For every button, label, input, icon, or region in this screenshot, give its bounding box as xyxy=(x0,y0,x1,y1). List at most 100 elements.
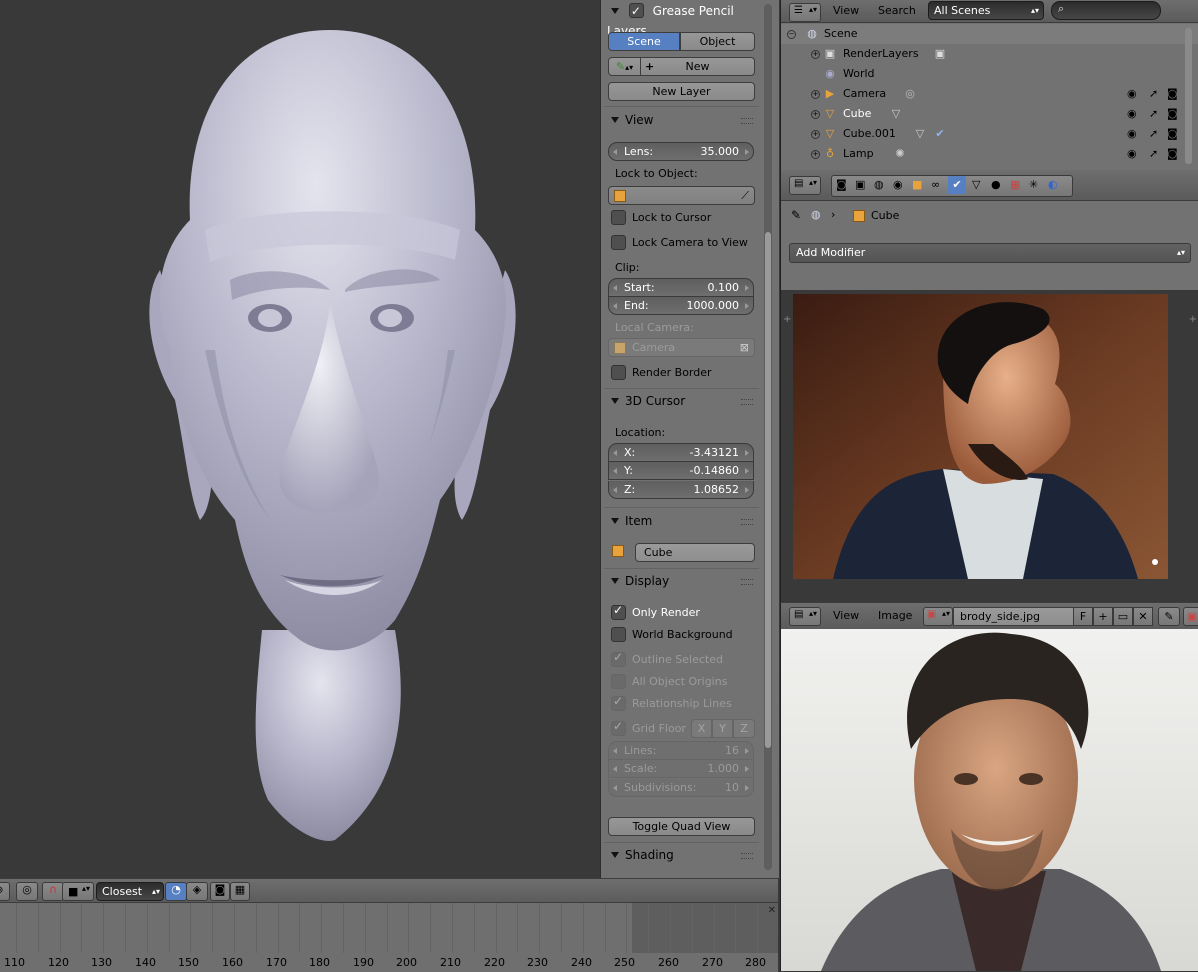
collapse-triangle-icon[interactable] xyxy=(611,117,619,123)
grid-axis-x-toggle[interactable]: X xyxy=(691,719,712,738)
drag-grip-icon[interactable] xyxy=(741,399,753,405)
visibility-eye-icon[interactable]: ◉ xyxy=(1127,127,1137,141)
grid-floor-checkbox[interactable] xyxy=(611,719,626,736)
collapse-icon[interactable]: − xyxy=(787,30,796,39)
render-camera-icon[interactable]: ◙ xyxy=(1167,147,1178,161)
render-camera-icon[interactable]: ◙ xyxy=(1167,87,1178,101)
collapse-triangle-icon[interactable] xyxy=(611,8,619,14)
physics-tab-icon[interactable]: ◐ xyxy=(1048,178,1058,191)
new-image-button[interactable]: + xyxy=(1093,607,1113,626)
new-grease-pencil-button[interactable]: + New xyxy=(640,57,755,76)
outliner-row-world[interactable]: ◉ World xyxy=(781,64,1198,84)
item-name-field[interactable]: Cube xyxy=(635,543,755,562)
plus-corner-icon[interactable]: + xyxy=(783,314,791,325)
item-panel-header[interactable]: Item xyxy=(607,511,759,531)
material-tab-icon[interactable]: ● xyxy=(991,178,1001,191)
grease-pencil-toggle[interactable] xyxy=(628,1,644,21)
display-panel-header[interactable]: Display xyxy=(607,571,759,591)
cursor-y-field[interactable]: Y: -0.14860 xyxy=(608,462,754,480)
world-background-checkbox[interactable] xyxy=(611,627,626,642)
snap-target-dropdown[interactable]: Closest ▴▾ xyxy=(96,882,164,901)
clip-end-field[interactable]: End: 1000.000 xyxy=(608,297,754,315)
menu-view[interactable]: View xyxy=(833,608,859,624)
select-cursor-icon[interactable]: ➚ xyxy=(1149,87,1158,101)
snap-toggle[interactable]: ∩ xyxy=(42,882,64,901)
outliner-search-input[interactable]: ⌕ xyxy=(1051,1,1161,20)
snap-element-selector[interactable]: ■ ▴▾ xyxy=(62,882,94,901)
relationship-lines-checkbox[interactable] xyxy=(611,694,626,711)
eyedropper-icon[interactable]: ⟋ xyxy=(741,187,749,204)
open-image-button[interactable]: ▭ xyxy=(1113,607,1133,626)
grid-axis-z-toggle[interactable]: Z xyxy=(733,719,755,738)
pencil-datablock-selector[interactable]: ✎▴▾ xyxy=(608,57,641,76)
drag-grip-icon[interactable] xyxy=(741,118,753,124)
object-tab-icon[interactable]: ■ xyxy=(912,178,922,191)
select-cursor-icon[interactable]: ➚ xyxy=(1149,107,1158,121)
scene-tab-icon[interactable]: ◍ xyxy=(874,178,884,191)
fake-user-toggle[interactable]: F xyxy=(1073,607,1093,626)
visibility-eye-icon[interactable]: ◉ xyxy=(1127,147,1137,161)
modifiers-tab-icon[interactable]: ✔ xyxy=(948,176,966,194)
all-object-origins-checkbox[interactable] xyxy=(611,674,626,689)
render-still-button[interactable]: ◙ xyxy=(210,882,230,901)
outliner-row-lamp[interactable]: + ♁ Lamp ✺ ◉ ➚ ◙ xyxy=(781,144,1198,164)
collapse-triangle-icon[interactable] xyxy=(611,398,619,404)
editor-type-selector[interactable]: ▤ ▴▾ xyxy=(789,176,821,195)
lens-field[interactable]: Lens: 35.000 xyxy=(608,142,754,161)
visibility-eye-icon[interactable]: ◉ xyxy=(1127,87,1137,101)
align-rotation-toggle[interactable]: ◔ xyxy=(165,882,187,901)
side-reference-image-view[interactable]: + + xyxy=(780,290,1198,602)
data-tab-icon[interactable]: ▽ xyxy=(972,178,980,191)
outliner-scrollbar[interactable] xyxy=(1185,28,1192,164)
view-panel-header[interactable]: View xyxy=(607,110,759,130)
particles-tab-icon[interactable]: ✳ xyxy=(1029,178,1038,191)
tab-object[interactable]: Object xyxy=(680,32,755,51)
drag-grip-icon[interactable] xyxy=(741,519,753,525)
outliner-row-camera[interactable]: + ▶ Camera ◎ ◉ ➚ ◙ xyxy=(781,84,1198,104)
cursor-x-field[interactable]: X: -3.43121 xyxy=(608,443,754,462)
clear-x-icon[interactable]: ⊠ xyxy=(740,339,749,356)
unlink-image-button[interactable]: ✕ xyxy=(1133,607,1153,626)
npanel-scrollbar[interactable] xyxy=(764,4,772,870)
outliner-row-cube[interactable]: + ▽ Cube ▽ ◉ ➚ ◙ xyxy=(781,104,1198,124)
expand-icon[interactable]: + xyxy=(811,50,820,59)
shading-panel-header[interactable]: Shading xyxy=(607,845,759,865)
cursor-z-field[interactable]: Z: 1.08652 xyxy=(608,481,754,499)
front-reference-image-view[interactable]: + + xyxy=(780,629,1198,971)
grid-lines-field[interactable]: Lines: 16 xyxy=(608,741,754,760)
world-tab-icon[interactable]: ◉ xyxy=(893,178,903,191)
timeline-corner-icon[interactable]: ✕ xyxy=(768,905,776,916)
add-modifier-dropdown[interactable]: Add Modifier ▴▾ xyxy=(789,243,1191,263)
pin-icon[interactable]: ✎ xyxy=(791,208,801,222)
drag-grip-icon[interactable] xyxy=(741,579,753,585)
collapse-triangle-icon[interactable] xyxy=(611,518,619,524)
lock-to-cursor-checkbox[interactable] xyxy=(611,210,626,225)
grid-subdivisions-field[interactable]: Subdivisions: 10 xyxy=(608,779,754,797)
render-tab-icon[interactable]: ◙ xyxy=(836,178,847,191)
render-camera-icon[interactable]: ◙ xyxy=(1167,127,1178,141)
expand-icon[interactable]: + xyxy=(811,90,820,99)
grid-axis-y-toggle[interactable]: Y xyxy=(712,719,733,738)
editor-type-selector[interactable]: ☰ ▴▾ xyxy=(789,3,821,22)
render-camera-icon[interactable]: ◙ xyxy=(1167,107,1178,121)
outliner-row-renderlayers[interactable]: + ▣ RenderLayers ▣ xyxy=(781,44,1198,64)
expand-icon[interactable]: + xyxy=(811,130,820,139)
local-camera-field[interactable]: Camera ⊠ xyxy=(608,338,755,357)
project-individual-toggle[interactable]: ◈ xyxy=(186,882,208,901)
3d-cursor-panel-header[interactable]: 3D Cursor xyxy=(607,391,759,411)
timeline-editor[interactable]: 110 120 130 140 150 160 170 180 190 200 210 220 230 2… xyxy=(0,902,778,972)
3d-viewport[interactable] xyxy=(0,0,600,878)
outliner-row-cube-001[interactable]: + ▽ Cube.001 ▽ ✔ ◉ ➚ ◙ xyxy=(781,124,1198,144)
select-cursor-icon[interactable]: ➚ xyxy=(1149,127,1158,141)
visibility-eye-icon[interactable]: ◉ xyxy=(1127,107,1137,121)
manipulator-toggle[interactable]: ⊚ xyxy=(0,882,10,901)
texture-tab-icon[interactable]: ▦ xyxy=(1010,178,1020,191)
menu-view[interactable]: View xyxy=(833,3,859,19)
lock-to-object-field[interactable]: ⟋ xyxy=(608,186,755,205)
select-cursor-icon[interactable]: ➚ xyxy=(1149,147,1158,161)
grid-scale-field[interactable]: Scale: 1.000 xyxy=(608,760,754,778)
pivot-toggle[interactable]: ◎ xyxy=(16,882,38,901)
constraints-tab-icon[interactable]: ∞ xyxy=(931,178,940,191)
new-layer-button[interactable]: New Layer xyxy=(608,82,755,101)
expand-icon[interactable]: + xyxy=(811,110,820,119)
